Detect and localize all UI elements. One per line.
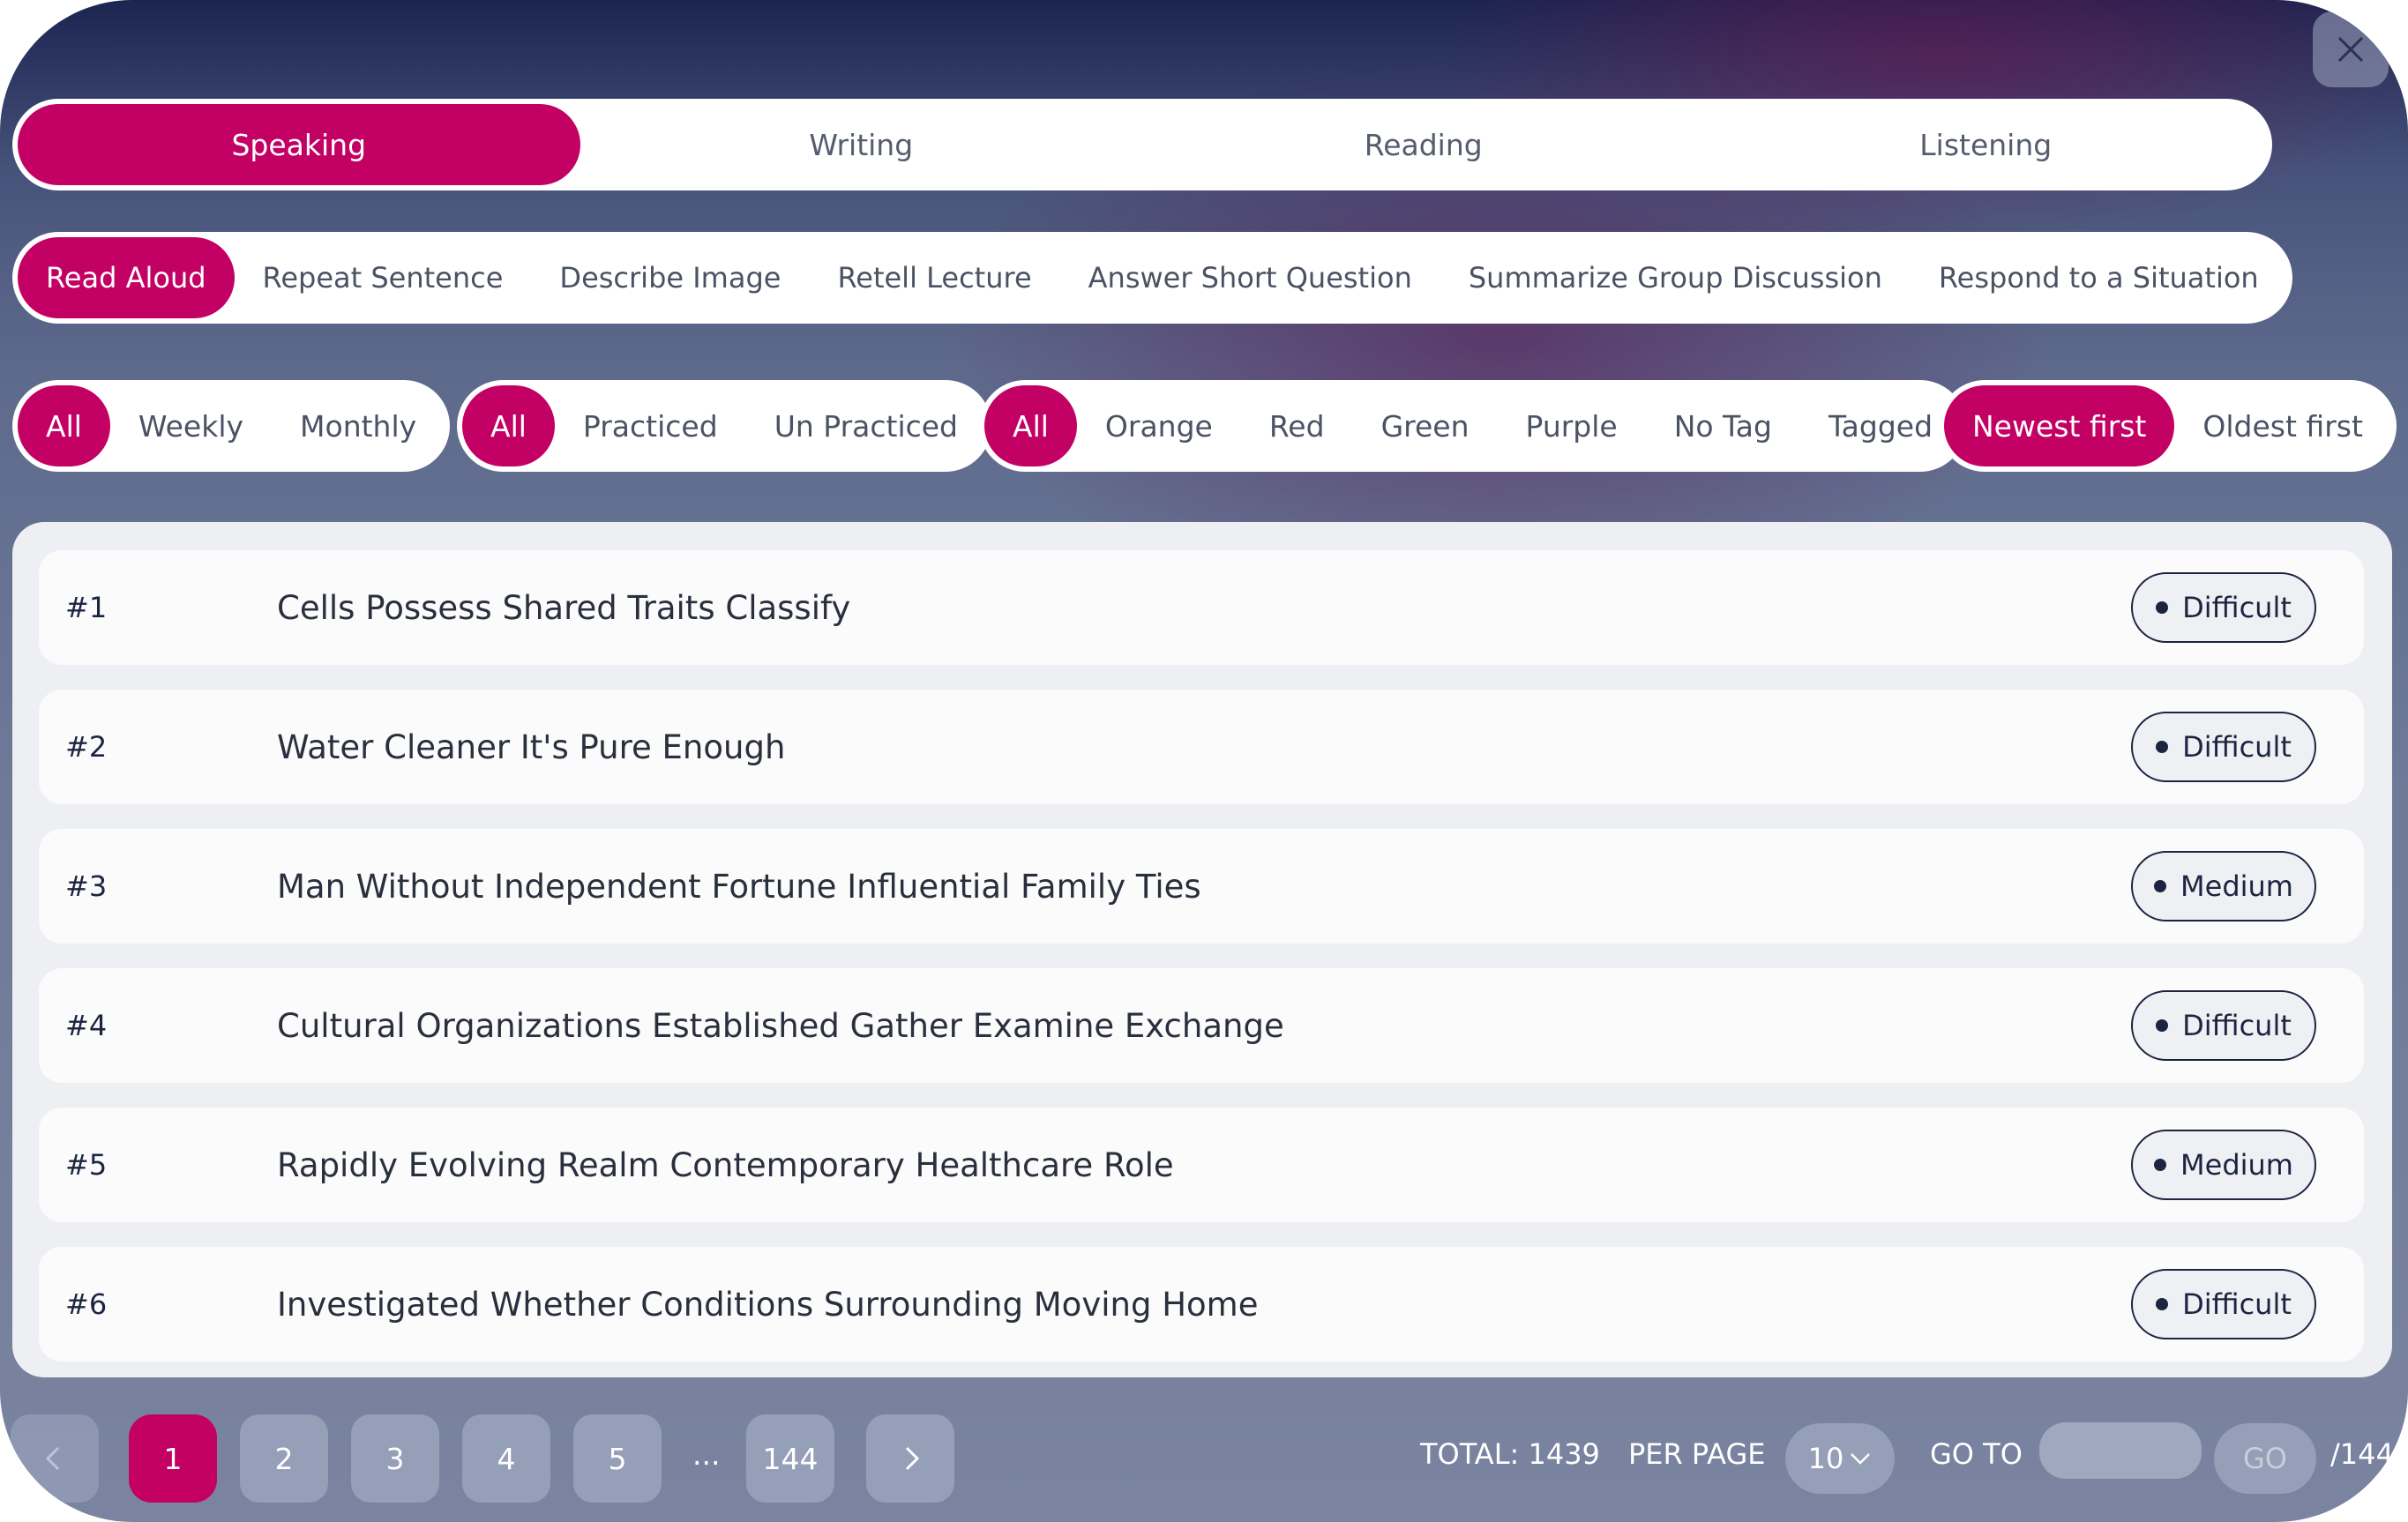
pagination-ellipsis: ... — [692, 1437, 721, 1472]
practice-filter-unpracticed[interactable]: Un Practiced — [746, 385, 986, 466]
goto-page-input[interactable] — [2039, 1422, 2202, 1479]
per-page-select[interactable]: 10 — [1785, 1423, 1895, 1494]
next-page-button[interactable] — [866, 1414, 954, 1503]
page-button-last[interactable]: 144 — [746, 1414, 834, 1503]
tag-filter-red[interactable]: Red — [1241, 385, 1353, 466]
per-page-value: 10 — [1807, 1442, 1844, 1475]
period-filter-monthly[interactable]: Monthly — [272, 385, 445, 466]
list-item[interactable]: #4 Cultural Organizations Established Ga… — [39, 968, 2364, 1083]
tab-answer-short-question[interactable]: Answer Short Question — [1060, 237, 1440, 318]
item-number: #5 — [65, 1148, 108, 1182]
tab-summarize-group-discussion[interactable]: Summarize Group Discussion — [1440, 237, 1911, 318]
list-item[interactable]: #3 Man Without Independent Fortune Influ… — [39, 829, 2364, 944]
dot-icon — [2154, 1159, 2167, 1171]
item-title: Water Cleaner It's Pure Enough — [277, 727, 786, 766]
question-list: #1 Cells Possess Shared Traits Classify … — [12, 522, 2392, 1377]
tab-retell-lecture[interactable]: Retell Lecture — [809, 237, 1059, 318]
list-item[interactable]: #1 Cells Possess Shared Traits Classify … — [39, 550, 2364, 665]
dot-icon — [2154, 880, 2167, 892]
tag-filter-no-tag[interactable]: No Tag — [1646, 385, 1800, 466]
difficulty-badge: Medium — [2131, 1130, 2316, 1200]
practice-filter: All Practiced Un Practiced — [457, 380, 991, 472]
tab-listening[interactable]: Listening — [1705, 104, 2268, 185]
main-tab-bar: Speaking Writing Reading Listening — [12, 99, 2272, 190]
item-title: Man Without Independent Fortune Influent… — [277, 867, 1201, 906]
item-number: #6 — [65, 1287, 108, 1321]
go-button[interactable]: GO — [2214, 1423, 2316, 1494]
chevron-left-icon — [45, 1446, 60, 1471]
tab-read-aloud[interactable]: Read Aloud — [18, 237, 235, 318]
total-count: TOTAL: 1439 — [1420, 1437, 1600, 1471]
tab-describe-image[interactable]: Describe Image — [531, 237, 809, 318]
difficulty-label: Difficult — [2182, 591, 2292, 624]
tag-filter-green[interactable]: Green — [1353, 385, 1498, 466]
difficulty-label: Medium — [2180, 1148, 2293, 1182]
dot-icon — [2156, 601, 2169, 614]
period-filter-weekly[interactable]: Weekly — [110, 385, 272, 466]
dot-icon — [2156, 741, 2169, 753]
per-page-label: PER PAGE — [1628, 1437, 1766, 1471]
item-title: Cultural Organizations Established Gathe… — [277, 1006, 1284, 1045]
close-button[interactable] — [2313, 11, 2389, 87]
tag-filter: All Orange Red Green Purple No Tag Tagge… — [979, 380, 1967, 472]
difficulty-label: Difficult — [2182, 730, 2292, 764]
practice-filter-all[interactable]: All — [462, 385, 555, 466]
list-item[interactable]: #5 Rapidly Evolving Realm Contemporary H… — [39, 1108, 2364, 1222]
page-button-4[interactable]: 4 — [462, 1414, 550, 1503]
difficulty-badge: Difficult — [2131, 1269, 2316, 1339]
goto-label: GO TO — [1930, 1437, 2023, 1471]
page-count: /144 — [2330, 1437, 2394, 1471]
tag-filter-all[interactable]: All — [984, 385, 1077, 466]
sort-oldest-first[interactable]: Oldest first — [2174, 385, 2391, 466]
question-type-tab-bar: Read Aloud Repeat Sentence Describe Imag… — [12, 232, 2292, 324]
dot-icon — [2156, 1298, 2169, 1310]
item-title: Cells Possess Shared Traits Classify — [277, 588, 851, 627]
prev-page-button[interactable] — [11, 1414, 99, 1503]
item-number: #1 — [65, 591, 108, 624]
page-button-3[interactable]: 3 — [351, 1414, 439, 1503]
difficulty-badge: Medium — [2131, 851, 2316, 921]
difficulty-label: Medium — [2180, 869, 2293, 903]
tab-writing[interactable]: Writing — [580, 104, 1143, 185]
item-title: Investigated Whether Conditions Surround… — [277, 1285, 1259, 1324]
tab-reading[interactable]: Reading — [1142, 104, 1705, 185]
difficulty-label: Difficult — [2182, 1009, 2292, 1042]
tab-respond-to-situation[interactable]: Respond to a Situation — [1911, 237, 2287, 318]
chevron-right-icon — [905, 1446, 920, 1471]
practice-filter-practiced[interactable]: Practiced — [555, 385, 746, 466]
list-item[interactable]: #2 Water Cleaner It's Pure Enough Diffic… — [39, 690, 2364, 804]
tag-filter-tagged[interactable]: Tagged — [1800, 385, 1961, 466]
difficulty-badge: Difficult — [2131, 572, 2316, 643]
item-number: #2 — [65, 730, 108, 764]
period-filter: All Weekly Monthly — [12, 380, 451, 472]
difficulty-label: Difficult — [2182, 1287, 2292, 1321]
modal-frame: Speaking Writing Reading Listening Read … — [0, 0, 2408, 1522]
tag-filter-purple[interactable]: Purple — [1498, 385, 1646, 466]
difficulty-badge: Difficult — [2131, 990, 2316, 1061]
sort-filter: Newest first Oldest first — [1939, 380, 2397, 472]
tab-speaking[interactable]: Speaking — [18, 104, 580, 185]
chevron-down-icon — [1851, 1453, 1871, 1465]
page-button-2[interactable]: 2 — [240, 1414, 328, 1503]
close-icon — [2337, 36, 2364, 63]
tab-repeat-sentence[interactable]: Repeat Sentence — [235, 237, 532, 318]
page-button-5[interactable]: 5 — [573, 1414, 662, 1503]
page-button-1[interactable]: 1 — [129, 1414, 217, 1503]
list-item[interactable]: #6 Investigated Whether Conditions Surro… — [39, 1247, 2364, 1362]
sort-newest-first[interactable]: Newest first — [1944, 385, 2175, 466]
difficulty-badge: Difficult — [2131, 712, 2316, 782]
item-number: #3 — [65, 869, 108, 903]
dot-icon — [2156, 1019, 2169, 1032]
period-filter-all[interactable]: All — [18, 385, 110, 466]
item-title: Rapidly Evolving Realm Contemporary Heal… — [277, 1145, 1174, 1184]
item-number: #4 — [65, 1009, 108, 1042]
tag-filter-orange[interactable]: Orange — [1077, 385, 1241, 466]
